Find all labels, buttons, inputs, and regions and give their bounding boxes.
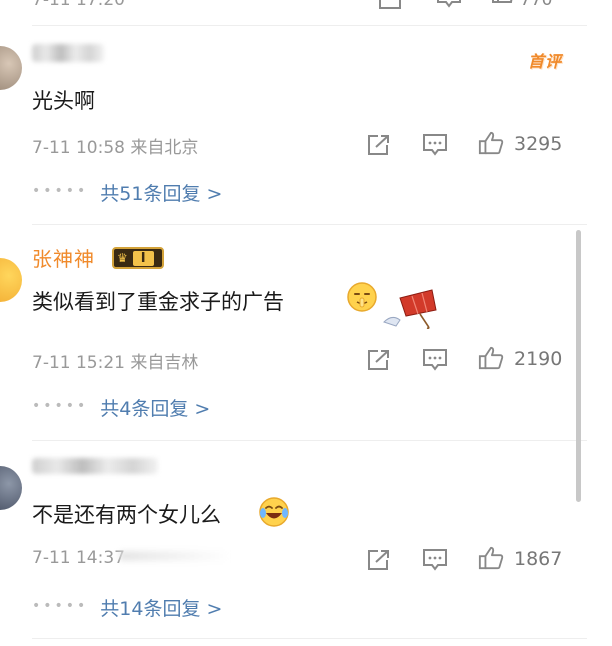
top-comment-timestamp: 7-11 17:20 xyxy=(32,0,125,10)
share-icon[interactable] xyxy=(378,0,404,16)
reply-summary[interactable]: ••••• 共14条回复 > xyxy=(32,594,222,621)
shush-emoji-icon xyxy=(346,281,378,317)
like-count: 1867 xyxy=(514,548,563,570)
laugh-cry-emoji-icon xyxy=(258,496,290,532)
comment-timestamp: 7-11 10:58 xyxy=(32,138,125,158)
vip-badge: ♛ I xyxy=(112,247,164,269)
umbrella-sticker-icon xyxy=(382,286,442,334)
comment-meta: 7-11 15:21 来自吉林 xyxy=(32,348,198,373)
comment-timestamp: 7-11 14:37 xyxy=(32,548,125,568)
comment-icon[interactable] xyxy=(422,548,448,572)
dots: ••••• xyxy=(32,598,89,614)
comment-source: 来自北京 xyxy=(130,138,199,158)
blurred-source xyxy=(120,551,230,561)
divider xyxy=(32,440,587,441)
comment-icon[interactable] xyxy=(422,133,448,157)
comment-meta: 7-11 10:58 来自北京 xyxy=(32,133,198,158)
divider xyxy=(32,224,587,225)
username[interactable]: 张神神 xyxy=(32,243,95,272)
username-blurred[interactable] xyxy=(32,458,158,474)
like-count: 3295 xyxy=(514,133,563,155)
avatar[interactable] xyxy=(0,46,22,90)
comment-icon[interactable] xyxy=(436,0,462,16)
thumbs-up-icon[interactable] xyxy=(478,131,504,155)
comment-source: 来自吉林 xyxy=(130,353,199,373)
reply-summary[interactable]: ••••• 共51条回复 > xyxy=(32,179,222,206)
divider xyxy=(32,25,587,26)
like-count: 2190 xyxy=(514,348,563,370)
first-comment-badge: 首评 xyxy=(527,52,562,71)
comment-icon[interactable] xyxy=(422,348,448,372)
view-replies-link[interactable]: 共4条回复 > xyxy=(100,394,210,421)
divider xyxy=(32,638,587,639)
view-replies-link[interactable]: 共51条回复 > xyxy=(100,179,222,206)
avatar[interactable] xyxy=(0,466,22,510)
thumbs-up-icon[interactable] xyxy=(490,0,516,16)
dots: ••••• xyxy=(32,398,89,414)
comment-meta: 7-11 14:37 xyxy=(32,548,125,568)
thumbs-up-icon[interactable] xyxy=(478,346,504,370)
thumbs-up-icon[interactable] xyxy=(478,546,504,570)
dots: ••••• xyxy=(32,183,89,199)
scrollbar[interactable] xyxy=(576,230,581,502)
view-replies-link[interactable]: 共14条回复 > xyxy=(100,594,222,621)
comment-content: 不是还有两个女儿么 xyxy=(32,503,221,527)
share-icon[interactable] xyxy=(366,548,392,572)
reply-summary[interactable]: ••••• 共4条回复 > xyxy=(32,394,210,421)
like-count: 770 xyxy=(520,0,553,10)
share-icon[interactable] xyxy=(366,348,392,372)
vip-level: I xyxy=(132,250,154,266)
comment-content: 光头啊 xyxy=(32,89,95,113)
username-blurred[interactable] xyxy=(32,44,104,62)
crown-icon: ♛ xyxy=(117,251,128,265)
share-icon[interactable] xyxy=(366,133,392,157)
comment-timestamp: 7-11 15:21 xyxy=(32,353,125,373)
comment-content: 类似看到了重金求子的广告 xyxy=(32,290,284,314)
avatar[interactable] xyxy=(0,258,22,302)
